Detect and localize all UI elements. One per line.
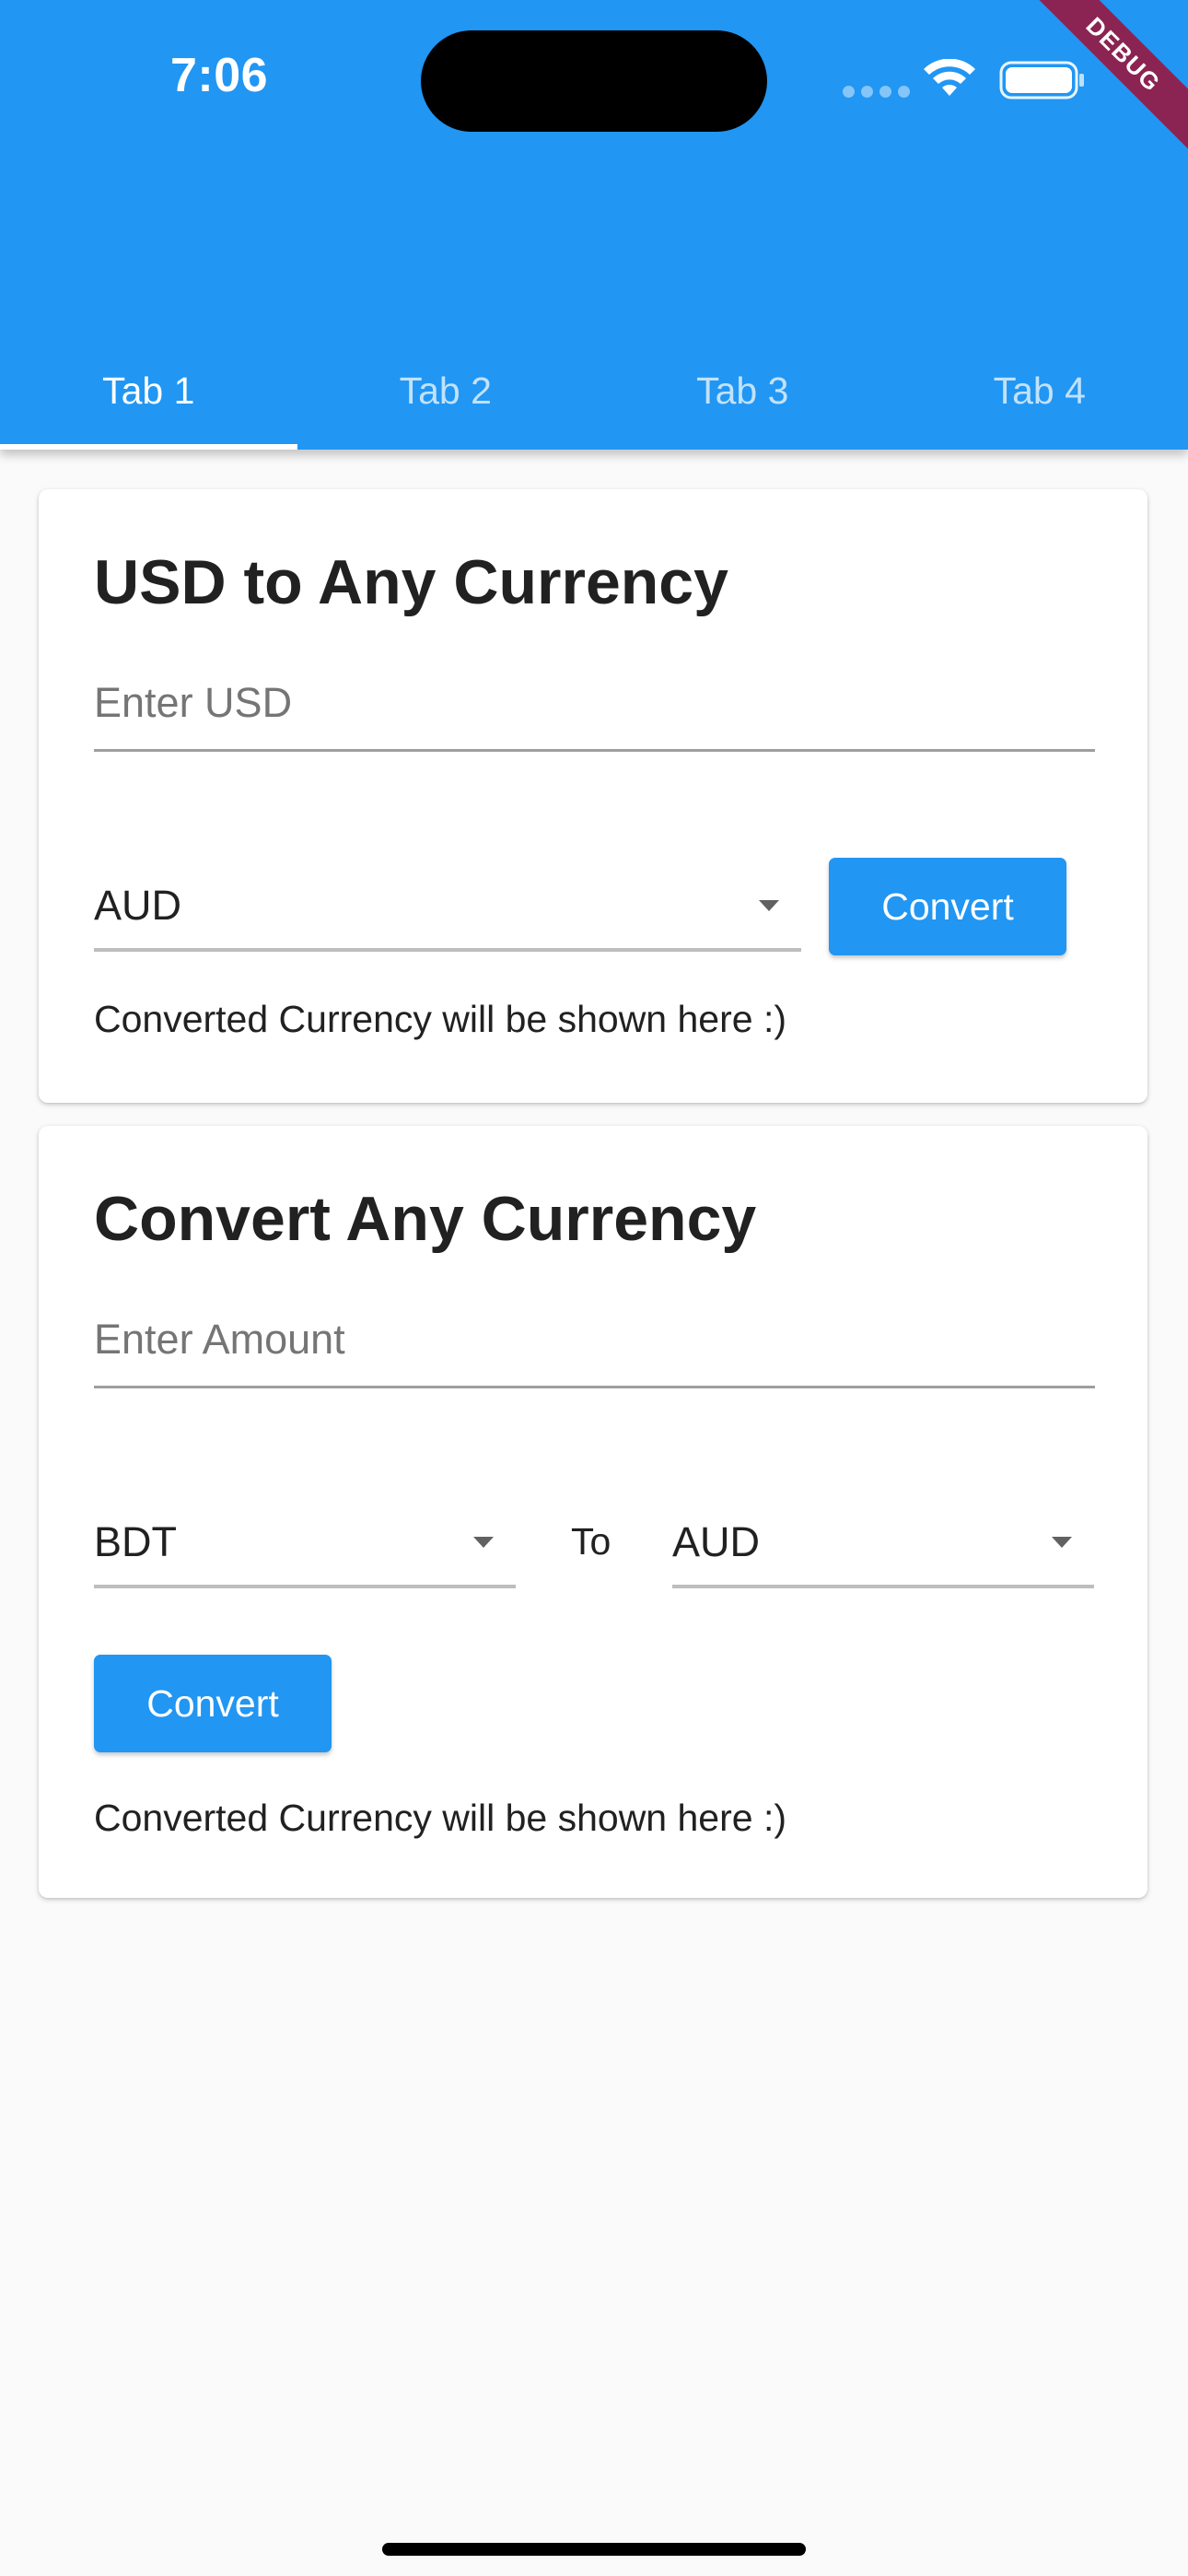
tab-4[interactable]: Tab 4 [891, 332, 1188, 450]
usd-converter-card: USD to Any Currency AUD Convert Converte… [39, 489, 1147, 1103]
from-currency-dropdown[interactable]: BDT [94, 1494, 516, 1588]
any-converter-card: Convert Any Currency BDT To AUD Convert … [39, 1126, 1147, 1898]
usd-result-text: Converted Currency will be shown here :) [94, 998, 786, 1040]
usd-card-title: USD to Any Currency [94, 547, 728, 617]
dynamic-island [421, 30, 767, 132]
tab-2[interactable]: Tab 2 [297, 332, 595, 450]
tab-3[interactable]: Tab 3 [594, 332, 891, 450]
usd-target-currency-dropdown[interactable]: AUD [94, 858, 801, 952]
any-card-title: Convert Any Currency [94, 1184, 757, 1254]
tab-bar: Tab 1 Tab 2 Tab 3 Tab 4 [0, 332, 1188, 450]
from-currency-value: BDT [94, 1518, 177, 1565]
tab-1[interactable]: Tab 1 [0, 332, 297, 450]
to-currency-value: AUD [672, 1518, 761, 1565]
amount-input[interactable] [94, 1316, 1095, 1364]
to-currency-dropdown[interactable]: AUD [672, 1494, 1094, 1588]
to-label: To [571, 1520, 611, 1563]
usd-amount-input[interactable] [94, 679, 1095, 727]
dropdown-arrow-icon [759, 900, 779, 911]
amount-input-field [94, 1284, 1095, 1388]
any-convert-button[interactable]: Convert [94, 1655, 332, 1752]
wifi-icon [924, 59, 975, 96]
home-indicator[interactable] [382, 2543, 806, 2556]
cellular-signal-icon [843, 86, 910, 98]
any-result-text: Converted Currency will be shown here :) [94, 1797, 786, 1839]
usd-target-currency-value: AUD [94, 882, 182, 929]
status-bar-time: 7:06 [170, 49, 269, 102]
dropdown-arrow-icon [473, 1537, 494, 1548]
usd-convert-button[interactable]: Convert [829, 858, 1066, 955]
usd-input-field [94, 648, 1095, 752]
dropdown-arrow-icon [1052, 1537, 1072, 1548]
app-bar: 7:06 Tab 1 Tab 2 Tab 3 Tab 4 [0, 0, 1188, 450]
battery-icon [999, 61, 1084, 100]
